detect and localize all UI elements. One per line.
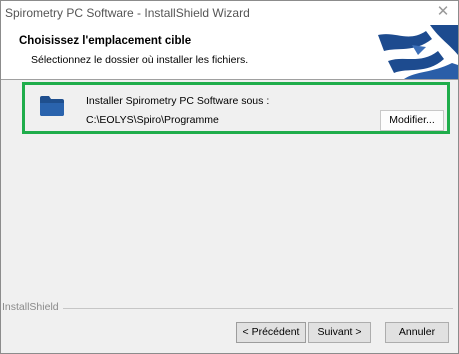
modify-button[interactable]: Modifier... <box>380 110 444 131</box>
step-subtitle: Sélectionnez le dossier où installer les… <box>31 54 249 66</box>
install-path-value: C:\EOLYS\Spiro\Programme <box>86 114 219 126</box>
window-title: Spirometry PC Software - InstallShield W… <box>5 6 250 20</box>
title-bar: Spirometry PC Software - InstallShield W… <box>1 1 458 25</box>
installer-window: Spirometry PC Software - InstallShield W… <box>0 0 459 354</box>
back-button[interactable]: < Précédent <box>236 322 306 343</box>
installshield-logo-icon <box>368 25 458 79</box>
close-icon[interactable]: ✕ <box>428 1 458 25</box>
step-title: Choisissez l'emplacement cible <box>19 35 192 47</box>
cancel-button[interactable]: Annuler <box>385 322 449 343</box>
folder-icon <box>40 96 64 116</box>
wizard-header: Choisissez l'emplacement cible Sélection… <box>1 25 458 80</box>
footer-divider <box>2 308 453 309</box>
install-destination-label: Installer Spirometry PC Software sous : <box>86 95 270 107</box>
installshield-brand-label: InstallShield <box>2 301 63 313</box>
next-button[interactable]: Suivant > <box>308 322 371 343</box>
